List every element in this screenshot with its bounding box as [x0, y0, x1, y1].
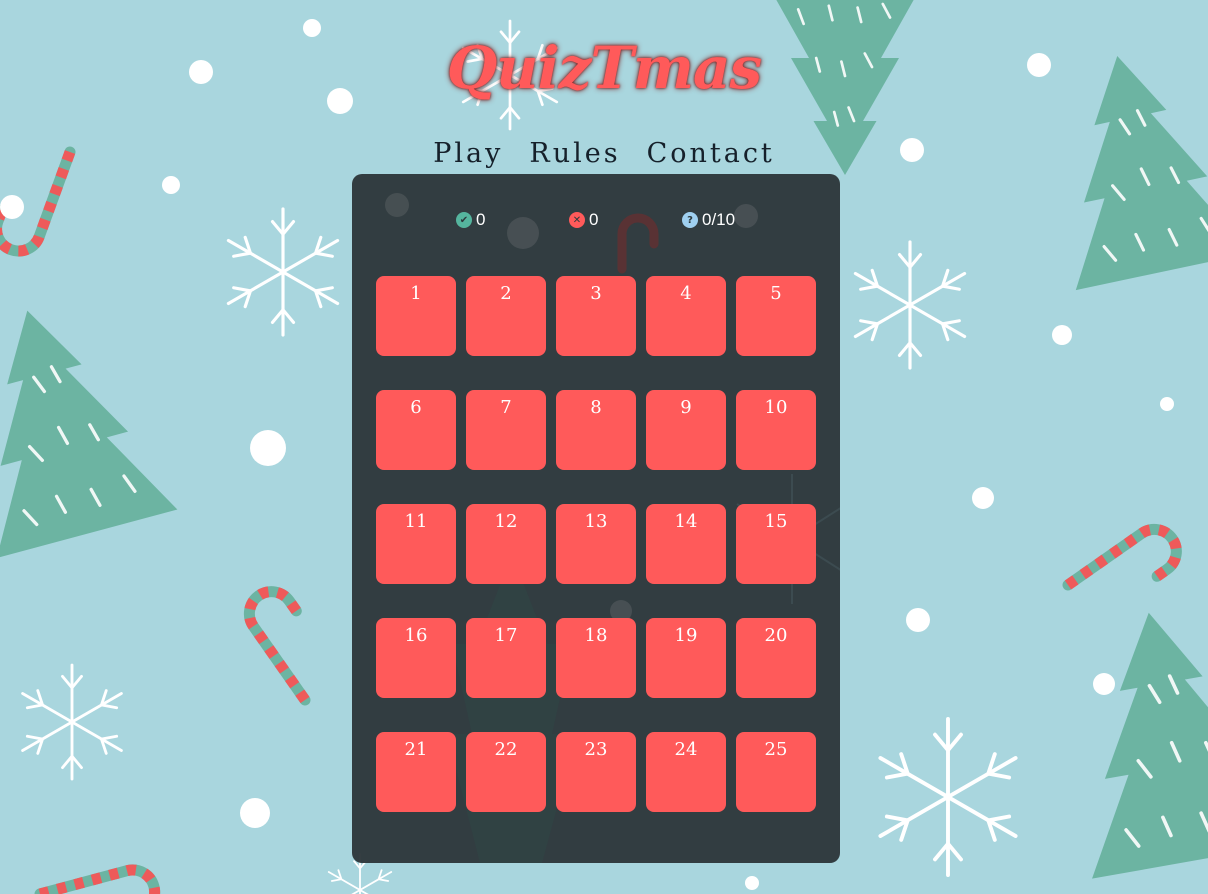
correct-count: ✔ 0 [456, 210, 485, 230]
day-tile-16[interactable]: 16 [376, 618, 456, 698]
app-logo[interactable]: QuizTmas [0, 34, 1208, 102]
day-tile-7[interactable]: 7 [466, 390, 546, 470]
day-tile-5[interactable]: 5 [736, 276, 816, 356]
wrong-count: ✕ 0 [569, 210, 598, 230]
day-tile-23[interactable]: 23 [556, 732, 636, 812]
quiz-panel: ✔ 0 ✕ 0 ? 0/10 1 2 3 4 5 6 7 8 9 10 11 1… [352, 174, 840, 863]
nav-play[interactable]: Play [433, 138, 503, 169]
day-tile-14[interactable]: 14 [646, 504, 726, 584]
day-tile-21[interactable]: 21 [376, 732, 456, 812]
day-tile-25[interactable]: 25 [736, 732, 816, 812]
check-circle-icon: ✔ [456, 212, 472, 228]
day-tile-18[interactable]: 18 [556, 618, 636, 698]
day-tile-12[interactable]: 12 [466, 504, 546, 584]
day-tile-1[interactable]: 1 [376, 276, 456, 356]
question-circle-icon: ? [682, 212, 698, 228]
day-tile-3[interactable]: 3 [556, 276, 636, 356]
nav-rules[interactable]: Rules [529, 138, 620, 169]
day-tile-22[interactable]: 22 [466, 732, 546, 812]
wrong-value: 0 [589, 210, 599, 229]
day-tile-15[interactable]: 15 [736, 504, 816, 584]
day-tile-9[interactable]: 9 [646, 390, 726, 470]
day-tile-13[interactable]: 13 [556, 504, 636, 584]
main-nav: Play Rules Contact [0, 138, 1208, 169]
x-circle-icon: ✕ [569, 212, 585, 228]
question-count: ? 0/10 [682, 210, 735, 230]
advent-grid: 1 2 3 4 5 6 7 8 9 10 11 12 13 14 15 16 1… [376, 276, 816, 812]
question-value: 0/10 [702, 210, 736, 229]
day-tile-11[interactable]: 11 [376, 504, 456, 584]
day-tile-24[interactable]: 24 [646, 732, 726, 812]
day-tile-8[interactable]: 8 [556, 390, 636, 470]
correct-value: 0 [476, 210, 486, 229]
day-tile-20[interactable]: 20 [736, 618, 816, 698]
day-tile-17[interactable]: 17 [466, 618, 546, 698]
nav-contact[interactable]: Contact [647, 138, 775, 169]
day-tile-6[interactable]: 6 [376, 390, 456, 470]
day-tile-19[interactable]: 19 [646, 618, 726, 698]
day-tile-10[interactable]: 10 [736, 390, 816, 470]
day-tile-2[interactable]: 2 [466, 276, 546, 356]
day-tile-4[interactable]: 4 [646, 276, 726, 356]
